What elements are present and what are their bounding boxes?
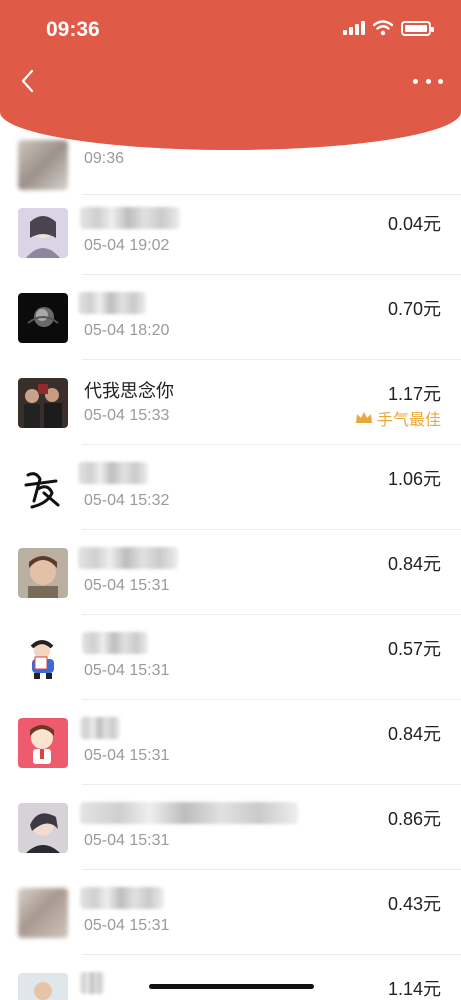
list-item[interactable]: 1.14元 <box>0 955 461 1000</box>
amount: 0.86元 <box>387 809 441 829</box>
record-time: 05-04 15:32 <box>84 492 170 509</box>
home-indicator <box>149 984 314 989</box>
record-time: 05-04 15:31 <box>84 747 170 764</box>
list-item[interactable]: 05-04 15:31 0.43元 <box>0 870 461 955</box>
battery-icon <box>401 20 434 36</box>
blurred-nickname <box>78 462 148 484</box>
list-item[interactable]: 05-04 18:20 0.70元 <box>0 275 461 360</box>
back-button[interactable] <box>14 64 42 98</box>
best-luck-badge: 手气最佳 <box>355 406 441 430</box>
amount: 1.17元 <box>387 384 441 404</box>
status-icons <box>343 20 434 36</box>
record-time: 05-04 19:02 <box>84 237 170 254</box>
wifi-icon <box>373 20 393 36</box>
more-button[interactable] <box>413 70 443 92</box>
nickname: 代我思念你 <box>84 381 174 401</box>
avatar <box>18 378 68 428</box>
list-item[interactable]: 05-04 15:31 0.86元 <box>0 785 461 870</box>
blurred-nickname <box>80 717 120 739</box>
list-item[interactable]: 05-04 19:02 0.04元 <box>0 190 461 275</box>
blurred-nickname <box>78 547 178 569</box>
amount: 0.84元 <box>387 724 441 744</box>
status-time: 09:36 <box>46 18 100 41</box>
record-time: 09:36 <box>84 150 125 167</box>
blurred-nickname <box>78 292 146 314</box>
avatar <box>18 293 68 343</box>
record-time: 05-04 15:31 <box>84 917 170 934</box>
avatar <box>18 973 68 1000</box>
signal-icon <box>343 21 365 35</box>
blurred-nickname <box>80 972 104 994</box>
more-dot <box>425 78 431 84</box>
header-bar: 09:36 <box>0 0 461 150</box>
amount: 1.06元 <box>387 469 441 489</box>
crown-icon <box>355 412 372 423</box>
best-luck-label: 手气最佳 <box>376 412 441 429</box>
avatar <box>18 718 68 768</box>
avatar <box>18 633 68 683</box>
amount: 0.57元 <box>387 639 441 659</box>
list-item[interactable]: 05-04 15:32 1.06元 <box>0 445 461 530</box>
chevron-left-icon <box>21 69 34 93</box>
more-dot <box>413 78 418 84</box>
list-item[interactable]: 05-04 15:31 0.57元 <box>0 615 461 700</box>
record-time: 05-04 15:31 <box>84 832 170 849</box>
blurred-nickname <box>82 632 148 654</box>
amount: 0.43元 <box>387 894 441 914</box>
record-time: 05-04 15:31 <box>84 662 170 679</box>
more-dot <box>438 78 443 84</box>
amount: 1.14元 <box>387 979 441 999</box>
avatar <box>18 140 68 190</box>
avatar <box>18 888 68 938</box>
avatar <box>18 208 68 258</box>
avatar <box>18 548 68 598</box>
avatar <box>18 463 68 513</box>
list-item[interactable]: 05-04 15:31 0.84元 <box>0 530 461 615</box>
avatar <box>18 803 68 853</box>
record-time: 05-04 15:33 <box>84 407 170 424</box>
blurred-nickname <box>80 887 164 909</box>
list-item[interactable]: 代我思念你 05-04 15:33 1.17元 手气最佳 <box>0 360 461 445</box>
record-time: 05-04 18:20 <box>84 322 170 339</box>
amount: 0.70元 <box>387 299 441 319</box>
amount: 0.04元 <box>387 214 441 234</box>
blurred-nickname <box>80 207 180 229</box>
amount: 0.84元 <box>387 554 441 574</box>
list-item[interactable]: 05-04 15:31 0.84元 <box>0 700 461 785</box>
record-time: 05-04 15:31 <box>84 577 170 594</box>
blurred-nickname <box>80 802 298 824</box>
